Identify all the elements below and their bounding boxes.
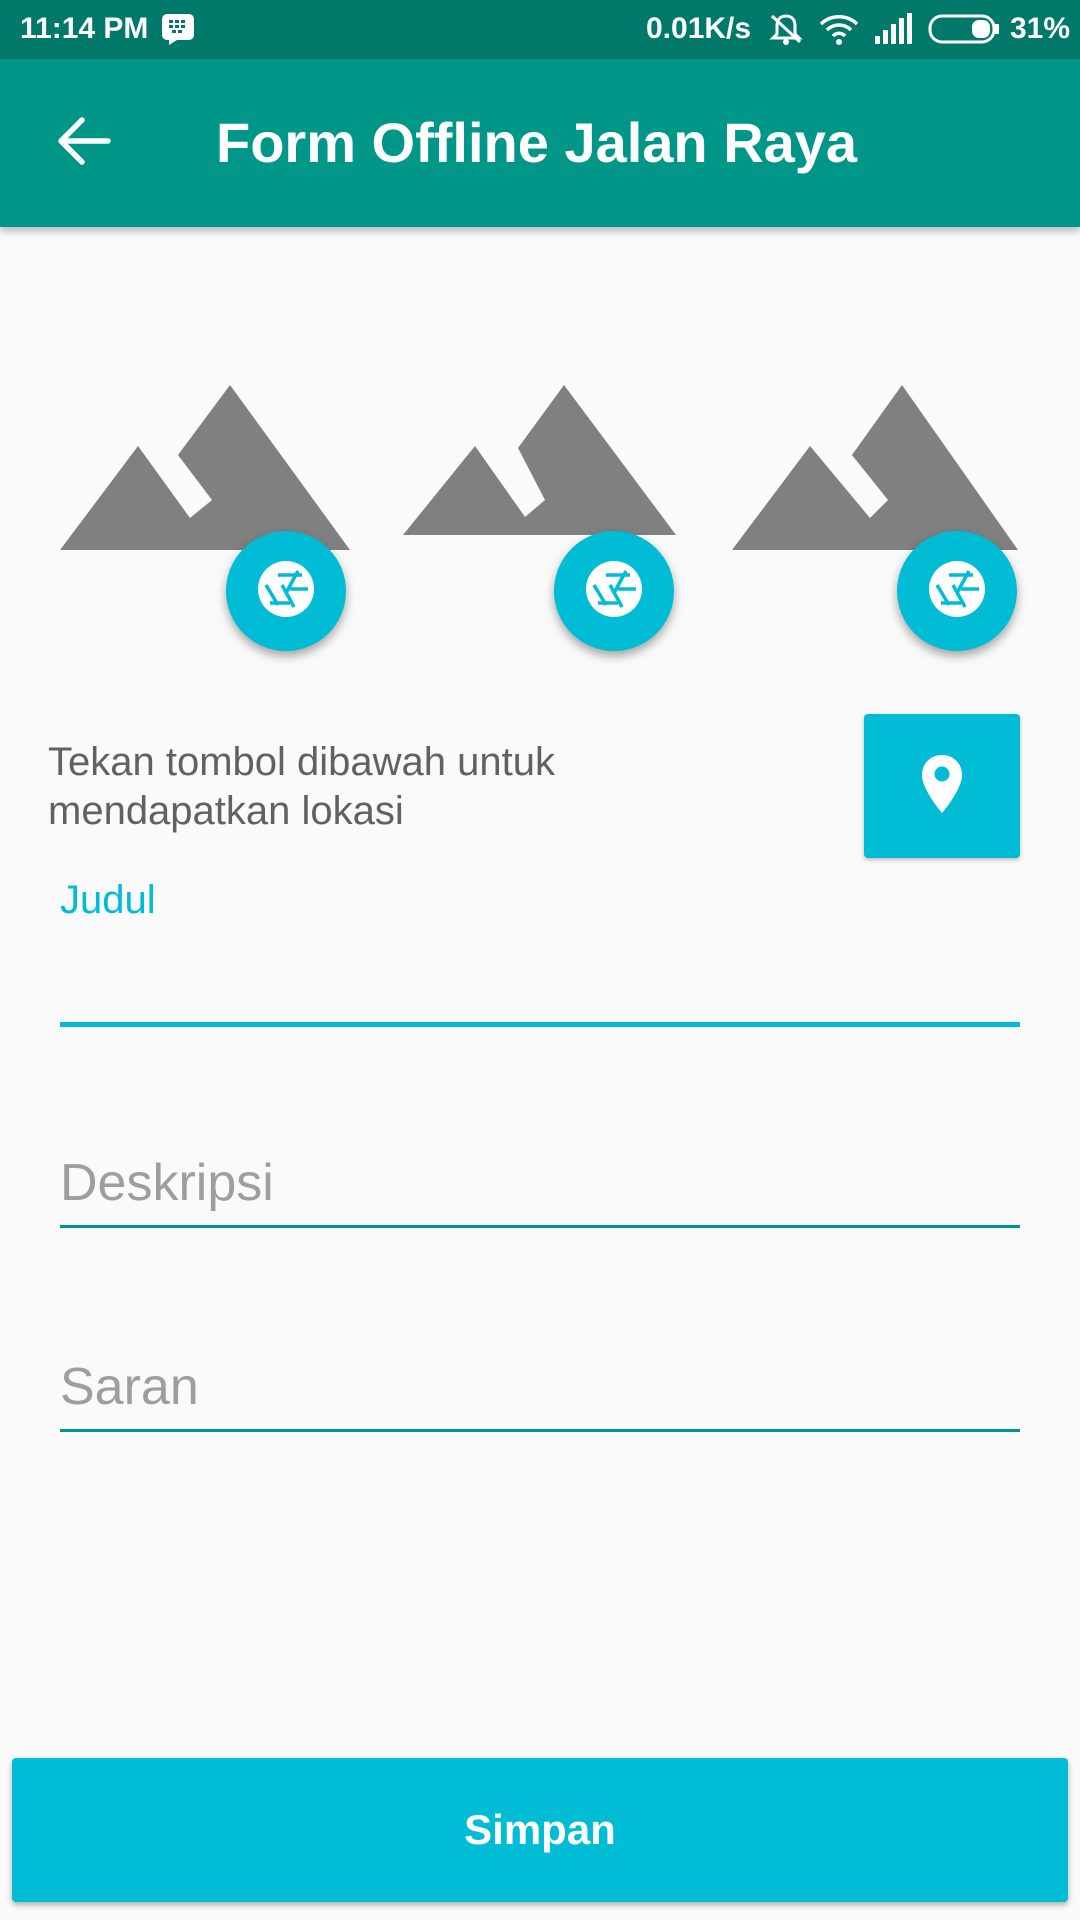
photo-slot-2[interactable] xyxy=(403,385,703,660)
photo-slot-1[interactable] xyxy=(60,385,360,660)
location-instruction: Tekan tombol dibawah untuk mendapatkan l… xyxy=(48,740,555,833)
battery-percent: 31% xyxy=(1010,12,1071,45)
arrow-back-icon xyxy=(56,116,112,171)
camera-button-2[interactable] xyxy=(554,531,674,651)
bbm-notification-icon xyxy=(161,13,195,45)
landscape-image-icon xyxy=(60,385,350,555)
back-button[interactable] xyxy=(44,103,124,183)
saran-underline xyxy=(60,1429,1020,1432)
status-time: 11:14 PM xyxy=(20,12,149,45)
camera-button-1[interactable] xyxy=(226,531,346,651)
deskripsi-field[interactable] xyxy=(60,1145,1020,1228)
judul-label: Judul xyxy=(60,878,156,922)
deskripsi-underline xyxy=(60,1225,1020,1228)
app-bar: Form Offline Jalan Raya xyxy=(0,59,1080,227)
judul-underline xyxy=(60,1022,1020,1027)
judul-field[interactable]: Judul xyxy=(60,870,1020,1030)
vibrate-off-icon xyxy=(768,12,804,51)
camera-shutter-icon xyxy=(584,559,644,624)
landscape-image-icon xyxy=(732,385,1018,555)
signal-icon xyxy=(874,12,914,51)
status-bar: 11:14 PM 0.01K/s 31% xyxy=(0,0,1080,59)
wifi-icon xyxy=(818,12,860,51)
page-title: Form Offline Jalan Raya xyxy=(216,111,858,174)
landscape-image-icon xyxy=(403,385,676,540)
judul-input[interactable] xyxy=(60,946,1020,1016)
saran-field[interactable] xyxy=(60,1349,1020,1432)
get-location-button[interactable] xyxy=(864,714,1020,858)
battery-icon xyxy=(928,14,1000,49)
photo-slot-3[interactable] xyxy=(732,385,1032,660)
save-button[interactable]: Simpan xyxy=(12,1758,1068,1902)
camera-shutter-icon xyxy=(256,559,316,624)
camera-shutter-icon xyxy=(927,559,987,624)
camera-button-3[interactable] xyxy=(897,531,1017,651)
deskripsi-input[interactable] xyxy=(60,1145,1020,1221)
saran-input[interactable] xyxy=(60,1349,1020,1425)
location-pin-icon xyxy=(920,753,964,820)
network-speed: 0.01K/s xyxy=(646,12,752,45)
